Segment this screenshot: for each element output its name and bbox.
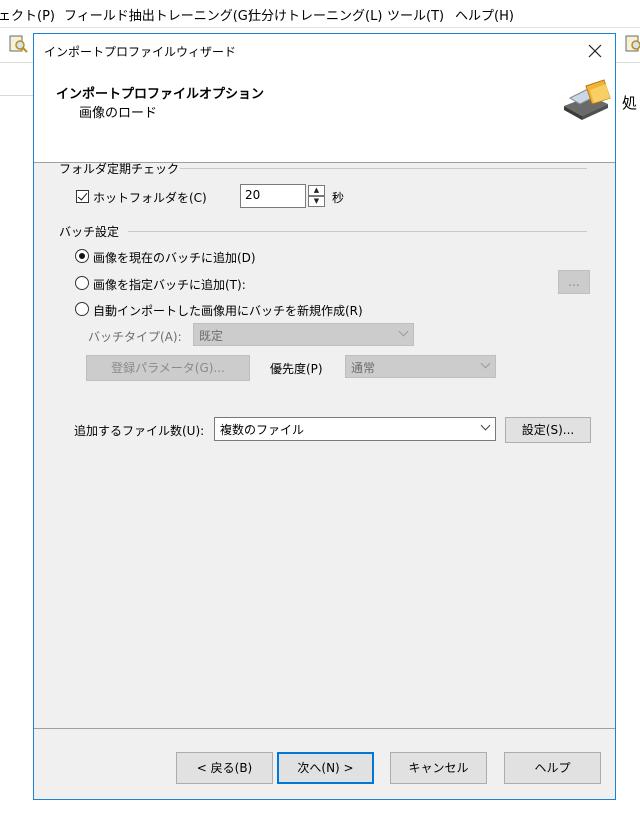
radio-add-specified-batch[interactable] <box>75 276 89 290</box>
menu-classification-training[interactable]: 仕分けトレーニング(L) <box>248 5 382 24</box>
document-search-icon[interactable] <box>8 34 28 54</box>
dialog-title: インポートプロファイルウィザード <box>44 45 237 59</box>
batch-group-label: バッチ設定 <box>59 225 120 239</box>
background-divider <box>0 95 34 96</box>
hotfolder-checkbox[interactable] <box>76 190 89 203</box>
close-button[interactable] <box>581 37 609 65</box>
folder-check-group-line <box>180 168 587 169</box>
close-icon <box>588 44 602 58</box>
stepper-up-icon[interactable]: ▲ <box>308 185 325 196</box>
browse-batch-button[interactable]: ... <box>558 270 590 294</box>
dialog-titlebar: インポートプロファイルウィザード <box>34 34 615 68</box>
hotfolder-label[interactable]: ホットフォルダを(C) <box>93 189 207 206</box>
chevron-down-icon <box>480 358 491 369</box>
chevron-down-icon <box>480 420 491 431</box>
radio-add-current-batch-label[interactable]: 画像を現在のバッチに追加(D) <box>93 249 256 266</box>
priority-label: 優先度(P) <box>270 362 323 376</box>
menu-help[interactable]: ヘルプ(H) <box>455 5 514 24</box>
radio-create-new-batch-label[interactable]: 自動インポートした画像用にバッチを新規作成(R) <box>93 302 363 319</box>
priority-select[interactable]: 通常 <box>345 355 496 378</box>
document-search-icon-right[interactable] <box>624 34 640 54</box>
stepper-down-icon[interactable]: ▼ <box>308 196 325 207</box>
menu-tools[interactable]: ツール(T) <box>387 5 444 24</box>
radio-add-specified-batch-label[interactable]: 画像を指定バッチに追加(T): <box>93 276 246 293</box>
files-count-value: 複数のファイル <box>220 423 305 437</box>
wizard-header-title: インポートプロファイルオプション <box>56 87 265 102</box>
batch-type-label: バッチタイプ(A): <box>88 330 182 344</box>
interval-input[interactable]: 20 <box>240 184 306 208</box>
import-profile-wizard-dialog: インポートプロファイルウィザード インポートプロファイルオプション 画像のロード… <box>33 33 616 800</box>
files-count-label: 追加するファイル数(U): <box>74 424 205 438</box>
footer-divider <box>34 728 615 729</box>
files-count-select[interactable]: 複数のファイル <box>214 417 496 441</box>
radio-create-new-batch[interactable] <box>75 302 89 316</box>
menu-project[interactable]: ェクト(P) <box>0 5 55 24</box>
wizard-header-subtitle: 画像のロード <box>79 106 158 121</box>
cancel-button[interactable]: キャンセル <box>390 752 487 784</box>
help-button[interactable]: ヘルプ <box>504 752 601 784</box>
background-side-text: 処 <box>622 94 638 112</box>
priority-value: 通常 <box>351 361 376 375</box>
back-button[interactable]: < 戻る(B) <box>176 752 273 784</box>
chevron-down-icon <box>398 326 409 337</box>
batch-type-value: 既定 <box>199 329 224 343</box>
batch-type-select[interactable]: 既定 <box>193 323 414 346</box>
register-parameters-button[interactable]: 登録パラメータ(G)... <box>86 355 250 381</box>
interval-unit: 秒 <box>332 191 345 205</box>
interval-stepper[interactable]: ▲ ▼ <box>308 185 325 208</box>
settings-button[interactable]: 設定(S)... <box>505 417 591 443</box>
folder-check-group-label: フォルダ定期チェック <box>59 162 180 176</box>
scanner-folder-icon <box>564 79 611 120</box>
menu-field-extraction-training[interactable]: フィールド抽出トレーニング(G) <box>64 5 253 24</box>
next-button[interactable]: 次へ(N) > <box>277 752 374 784</box>
radio-add-current-batch[interactable] <box>75 249 89 263</box>
batch-group-line <box>128 231 587 232</box>
app-menubar: ェクト(P) フィールド抽出トレーニング(G) 仕分けトレーニング(L) ツール… <box>0 0 640 28</box>
